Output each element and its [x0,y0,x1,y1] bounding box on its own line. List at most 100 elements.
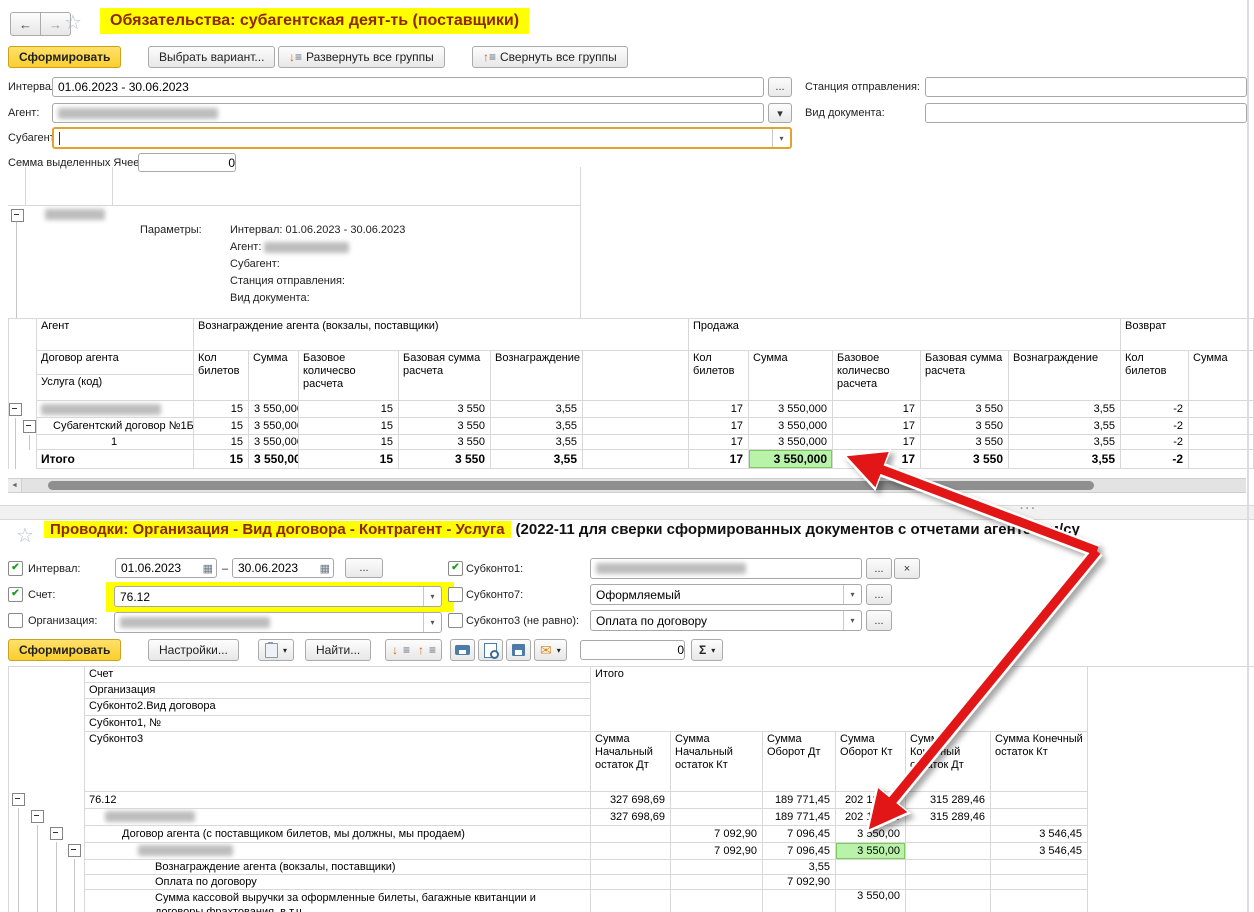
date-to-field[interactable]: ▦ [232,558,334,578]
interval-field[interactable] [52,77,764,97]
cell[interactable]: 17 [833,401,921,418]
cell[interactable]: 3,55 [1009,401,1121,418]
cell[interactable] [763,889,836,912]
save-button[interactable] [506,639,531,661]
cell[interactable]: 3 550 [921,450,1009,469]
interval-input[interactable] [58,78,763,96]
interval-more-button[interactable]: ... [768,77,792,97]
scroll-left-icon[interactable]: ◄ [8,479,22,492]
header-cell[interactable]: Базовое количесво расчета [833,351,921,401]
subconto3-field[interactable]: Оплата по договору▾ [590,610,862,631]
row-label[interactable]: 76.12 [85,791,591,808]
header-cell[interactable]: Субконто2.Вид договора [85,699,591,715]
cell[interactable]: 15 [299,450,399,469]
departure-field[interactable] [925,77,1247,97]
cell[interactable]: 17 [689,401,749,418]
chevron-down-icon[interactable]: ▾ [423,613,441,632]
subconto7-more-button[interactable]: ... [866,584,892,605]
cell[interactable]: 3 550 [921,418,1009,435]
cell[interactable] [591,889,671,912]
cell[interactable]: 15 [194,418,249,435]
subconto1-clear-button[interactable]: × [894,558,920,579]
chevron-down-icon[interactable]: ▾ [843,611,861,630]
report-variant-button[interactable]: ▾ [258,639,294,661]
header-cell[interactable]: Организация [85,683,591,699]
cell[interactable]: 3 550 [399,418,491,435]
find-button[interactable]: Найти... [305,639,371,661]
sum-counter-field[interactable] [580,640,685,660]
row-label[interactable]: Оплата по договору [85,874,591,889]
cell[interactable]: 3 550 [921,401,1009,418]
header-cell[interactable]: Сумма Начальный остаток Дт [591,731,671,791]
chevron-down-icon[interactable]: ▾ [843,585,861,604]
row-label[interactable] [85,842,591,859]
subconto1-checkbox[interactable]: ✔ [448,561,463,576]
cell[interactable] [591,842,671,859]
cell[interactable]: 15 [194,401,249,418]
cell[interactable]: 3,55 [491,401,583,418]
scrollbar-thumb[interactable] [48,481,1094,490]
agent-field[interactable] [52,103,764,123]
cell[interactable]: -2 [1121,450,1189,469]
back-button[interactable]: ← [10,12,41,36]
row-label[interactable]: Договор агента (с поставщиком билетов, м… [85,825,591,842]
group-header[interactable]: Продажа [689,319,1121,351]
send-mail-button[interactable]: ✉▾ [534,639,567,661]
cell[interactable]: 3 550 [921,435,1009,450]
cell[interactable]: 327 698,69 [591,791,671,808]
organization-checkbox[interactable] [8,613,23,628]
favorite-star-icon[interactable]: ☆ [64,10,82,35]
collapse-box[interactable] [11,209,24,222]
header-cell[interactable]: Базовая сумма расчета [399,351,491,401]
header-cell[interactable]: Кол билетов [689,351,749,401]
header-cell[interactable]: Сумма [749,351,833,401]
header-cell[interactable]: Услуга (код) [37,375,194,401]
date-to-input[interactable] [238,559,320,577]
cell[interactable] [671,808,763,825]
group-header[interactable]: Возврат [1121,319,1254,351]
cell[interactable] [991,808,1088,825]
cell[interactable] [671,874,763,889]
cell[interactable]: -2 [1121,435,1189,450]
cell[interactable]: 3 550,000 [249,401,299,418]
cell[interactable]: 15 [194,450,249,469]
cell[interactable] [906,825,991,842]
subagent-field[interactable]: ▾ [52,127,792,149]
cell[interactable]: 7 092,90 [763,874,836,889]
cell[interactable]: 3 546,45 [991,842,1088,859]
cell[interactable] [991,791,1088,808]
cell[interactable] [583,401,689,418]
cell[interactable] [991,874,1088,889]
sigma-sum-button[interactable]: Σ▾ [691,639,723,661]
cell[interactable]: 189 771,45 [763,808,836,825]
cell[interactable]: 3 550,000 [249,418,299,435]
row-label[interactable]: Итого [37,450,194,469]
collapse-all-groups-button[interactable]: ↑≡Свернуть все группы [472,46,628,68]
row-label[interactable] [37,401,194,418]
highlighted-cell[interactable]: 3 550,00 [836,842,906,859]
row-label[interactable]: Субагентский договор №1Б/2021 [37,418,194,435]
collapse-box[interactable] [12,793,25,806]
print-button[interactable] [450,639,475,661]
account-field[interactable]: ▾ [114,586,442,607]
cell[interactable]: 7 092,90 [671,825,763,842]
cell[interactable]: 3 550,000 [749,418,833,435]
generate-button[interactable]: Сформировать [8,639,121,661]
cell[interactable]: 3,55 [491,450,583,469]
group-header[interactable]: Итого [591,667,1088,732]
subconto1-field[interactable] [590,558,862,579]
cell[interactable]: 7 092,90 [671,842,763,859]
cell[interactable]: 15 [299,401,399,418]
collapse-box[interactable] [9,403,22,416]
row-label[interactable]: Вознаграждение агента (вокзалы, поставщи… [85,859,591,874]
header-cell[interactable]: Базовое количесво расчета [299,351,399,401]
cell[interactable] [671,859,763,874]
header-cell[interactable]: Сумма Конечный остаток Дт [906,731,991,791]
account-checkbox[interactable]: ✔ [8,587,23,602]
cell[interactable]: 17 [689,450,749,469]
cell[interactable]: 189 771,45 [763,791,836,808]
cell[interactable] [1189,401,1254,418]
cell[interactable]: 3 550,00 [836,825,906,842]
expand-all-groups-button[interactable]: ↓≡Развернуть все группы [278,46,445,68]
subconto7-checkbox[interactable] [448,587,463,602]
